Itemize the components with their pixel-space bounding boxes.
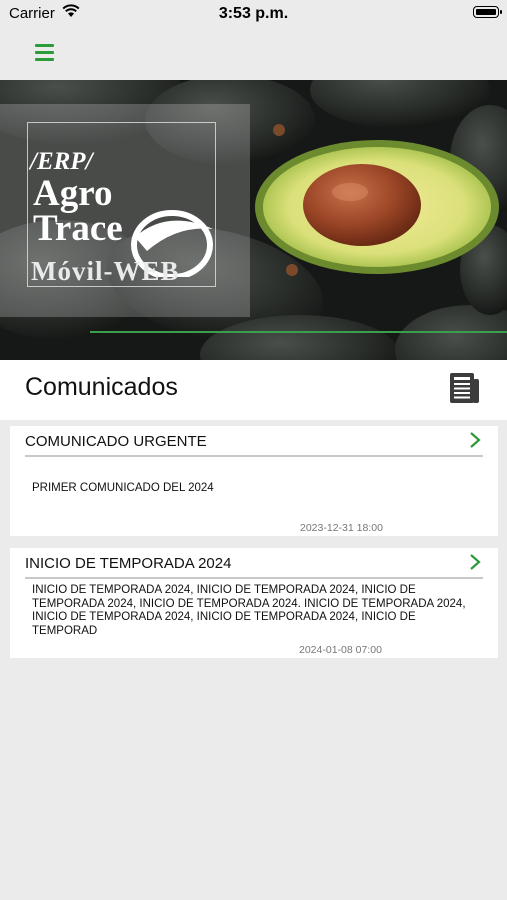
card-divider bbox=[25, 577, 483, 579]
clock: 3:53 p.m. bbox=[218, 5, 289, 22]
card-date: 2023-12-31 18:00 bbox=[300, 522, 383, 534]
list-item[interactable]: COMUNICADO URGENTE PRIMER COMUNICADO DEL… bbox=[10, 426, 498, 536]
card-title: INICIO DE TEMPORADA 2024 bbox=[25, 555, 232, 572]
logo-trace-text: Trace bbox=[33, 208, 123, 249]
nav-bar bbox=[0, 28, 507, 80]
card-body: INICIO DE TEMPORADA 2024, INICIO DE TEMP… bbox=[32, 584, 466, 637]
chevron-right-icon[interactable] bbox=[468, 431, 482, 449]
card-divider bbox=[25, 455, 483, 457]
header-banner: /ERP/ Agro Trace Móvil-WEB bbox=[0, 80, 507, 360]
status-bar: Carrier 3:53 p.m. bbox=[0, 0, 507, 28]
card-title: COMUNICADO URGENTE bbox=[25, 433, 207, 450]
newspaper-icon[interactable] bbox=[447, 371, 481, 405]
battery-icon bbox=[473, 6, 502, 18]
card-date: 2024-01-08 07:00 bbox=[299, 644, 382, 656]
hamburger-menu-icon[interactable] bbox=[33, 41, 57, 63]
chevron-right-icon[interactable] bbox=[468, 553, 482, 571]
banner-accent-line bbox=[90, 331, 507, 333]
page-title: Comunicados bbox=[25, 373, 178, 401]
logo-movil-text: Móvil-WEB bbox=[31, 256, 180, 286]
section-header: Comunicados bbox=[0, 360, 507, 420]
card-body: PRIMER COMUNICADO DEL 2024 bbox=[32, 482, 214, 494]
list-item[interactable]: INICIO DE TEMPORADA 2024 INICIO DE TEMPO… bbox=[10, 548, 498, 658]
